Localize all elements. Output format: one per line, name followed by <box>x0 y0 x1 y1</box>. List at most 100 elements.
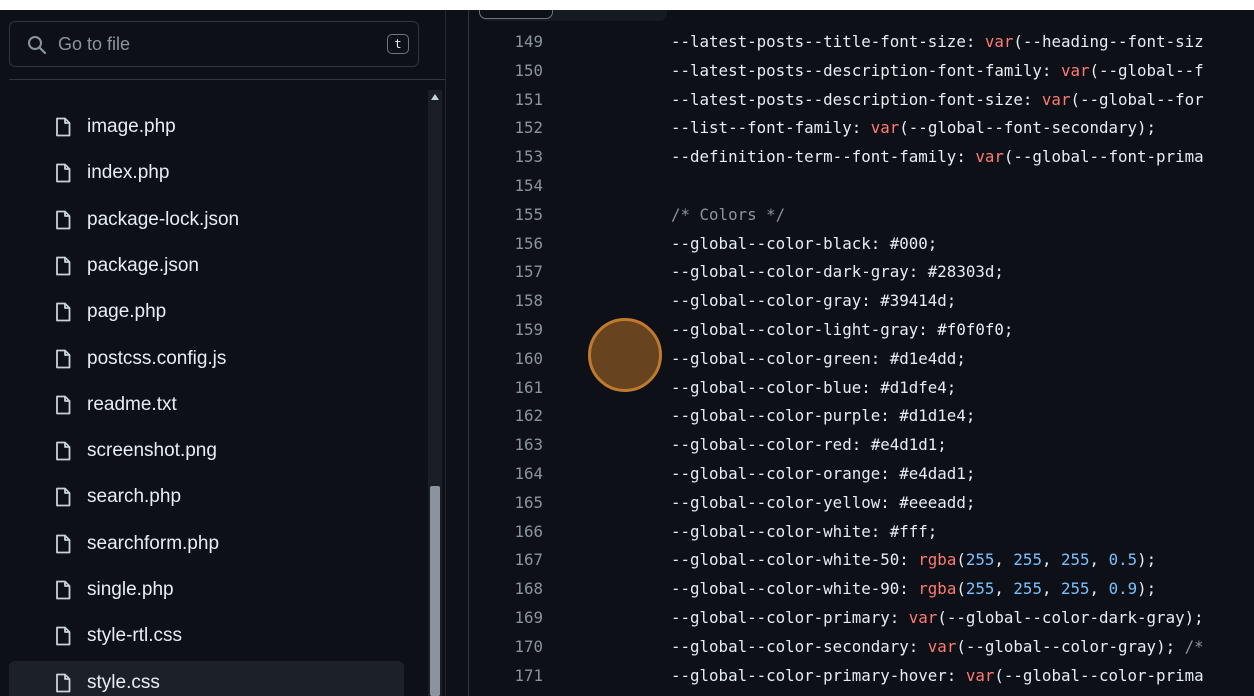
code-line: 149 --latest-posts--title-font-size: var(… <box>469 29 1254 58</box>
code-token: --list--font-family: <box>671 118 871 138</box>
code-token: var <box>1060 60 1090 80</box>
code-token: var <box>908 607 938 627</box>
file-tree-item[interactable]: postcss.config.js <box>9 337 404 381</box>
search-input[interactable] <box>58 30 358 58</box>
pane-divider[interactable] <box>445 10 446 696</box>
code-token: --global--color-black: #000; <box>671 233 938 253</box>
line-number[interactable]: 162 <box>514 406 543 425</box>
code-token: --global--color-primary-hover: <box>671 665 966 685</box>
file-icon <box>53 349 73 369</box>
line-number[interactable]: 155 <box>514 205 543 224</box>
line-number[interactable]: 169 <box>514 608 543 627</box>
go-to-file-search[interactable]: t <box>9 21 419 67</box>
code-token: 255 <box>1061 550 1090 570</box>
code-token: 0.5 <box>1108 550 1138 570</box>
code-token: 255 <box>1013 579 1042 599</box>
code-token: rgba <box>918 579 957 599</box>
file-tree-item[interactable]: single.php <box>9 568 404 612</box>
code-line: 161 --global--color-blue: #d1dfe4; <box>469 375 1254 404</box>
top-strip <box>0 0 1254 10</box>
file-name: page.php <box>87 301 167 323</box>
scroll-thumb[interactable] <box>430 486 440 696</box>
code-text: --global--color-primary: var(--global--c… <box>671 608 1204 627</box>
line-number[interactable]: 164 <box>514 464 543 483</box>
code-token: --global--color-secondary: <box>671 636 928 656</box>
file-tree-item[interactable]: search.php <box>9 475 404 519</box>
file-tree-item[interactable]: screenshot.png <box>9 429 404 473</box>
file-tree-sidebar: t image.php index.php package-lock.json pac… <box>0 10 445 696</box>
line-number[interactable]: 151 <box>514 90 543 109</box>
file-tree-item[interactable]: readme.txt <box>9 383 404 427</box>
code-text: --global--color-secondary: var(--global-… <box>671 637 1204 656</box>
tab-code[interactable] <box>479 10 553 19</box>
line-number[interactable]: 158 <box>514 291 543 310</box>
file-tree-item[interactable]: style.css <box>9 660 404 696</box>
line-number[interactable]: 161 <box>514 378 543 397</box>
code-token: --global--color-blue: #d1dfe4; <box>671 377 957 397</box>
file-tree-item[interactable]: page.php <box>9 290 404 334</box>
code-token: (--global--font-prima <box>1003 147 1204 167</box>
line-number[interactable]: 165 <box>514 493 543 512</box>
code-text: --global--color-blue: #d1dfe4; <box>671 378 956 397</box>
code-token: (--global--for <box>1070 89 1204 109</box>
line-number[interactable]: 153 <box>514 147 543 166</box>
file-tree-item[interactable]: searchform.php <box>9 522 404 566</box>
line-number[interactable]: 166 <box>514 522 543 541</box>
line-number[interactable]: 163 <box>514 435 543 454</box>
code-token: --global--color-gray: #39414d; <box>671 291 957 311</box>
code-token: --global--color-red: #e4d1d1; <box>671 435 947 455</box>
line-number[interactable]: 157 <box>514 262 543 281</box>
code-token: --global--color-orange: #e4dad1; <box>671 463 976 483</box>
line-number[interactable]: 152 <box>514 118 543 137</box>
file-icon <box>53 441 73 461</box>
file-tree-item[interactable]: index.php <box>9 151 404 195</box>
code-line: 163 --global--color-red: #e4d1d1; <box>469 432 1254 461</box>
code-line: 165 --global--color-yellow: #eeeadd; <box>469 490 1254 519</box>
code-token: , <box>994 550 1014 570</box>
line-number[interactable]: 159 <box>514 320 543 339</box>
line-number[interactable]: 154 <box>514 176 543 195</box>
file-name: search.php <box>87 486 182 508</box>
sidebar-scrollbar[interactable] <box>428 90 442 696</box>
file-name: screenshot.png <box>87 440 217 462</box>
code-line: 160 --global--color-green: #d1e4dd; <box>469 346 1254 375</box>
file-icon <box>53 673 73 693</box>
line-number[interactable]: 156 <box>514 234 543 253</box>
code-view: 149 --latest-posts--title-font-size: var(… <box>469 29 1254 691</box>
file-name: index.php <box>87 162 170 184</box>
line-number[interactable]: 168 <box>514 579 543 598</box>
line-number[interactable]: 160 <box>514 349 543 368</box>
code-text: --global--color-dark-gray: #28303d; <box>671 262 1004 281</box>
code-token: --global--color-white-50: <box>671 550 919 570</box>
code-token: /* <box>1184 636 1204 656</box>
code-line: 167 --global--color-white-50: rgba(255, 2… <box>469 547 1254 576</box>
code-token: var <box>870 118 900 138</box>
code-token: 255 <box>965 579 995 599</box>
file-tree-item[interactable]: image.php <box>9 105 404 149</box>
file-icon <box>53 117 73 137</box>
click-indicator <box>588 318 662 392</box>
file-name: searchform.php <box>87 532 220 554</box>
code-line: 153 --definition-term--font-family: var(-… <box>469 144 1254 173</box>
scroll-up-arrow-icon[interactable] <box>431 94 439 100</box>
line-number[interactable]: 149 <box>514 32 543 51</box>
line-number[interactable]: 171 <box>514 666 543 685</box>
code-text: --global--color-white-50: rgba(255, 255,… <box>671 550 1156 569</box>
code-line: 166 --global--color-white: #fff; <box>469 519 1254 548</box>
file-name: style-rtl.css <box>87 625 182 647</box>
file-tree-item[interactable]: style-rtl.css <box>9 614 404 658</box>
file-tree-item[interactable]: package.json <box>9 244 404 288</box>
code-token: (--global--color-prima <box>994 665 1204 685</box>
line-number[interactable]: 167 <box>514 550 543 569</box>
code-token: (--global--f <box>1089 60 1204 80</box>
code-token: var <box>984 32 1014 51</box>
file-tree-item[interactable]: package-lock.json <box>9 198 404 242</box>
code-text: --global--color-yellow: #eeeadd; <box>671 493 975 512</box>
code-token: var <box>927 636 957 656</box>
line-number[interactable]: 170 <box>514 637 543 656</box>
code-token: (--heading--font-siz <box>1013 32 1204 51</box>
code-token: 0.9 <box>1108 579 1138 599</box>
code-token: --global--color-white-90: <box>671 579 919 599</box>
code-token: --latest-posts--description-font-size: <box>671 89 1042 109</box>
line-number[interactable]: 150 <box>514 61 543 80</box>
